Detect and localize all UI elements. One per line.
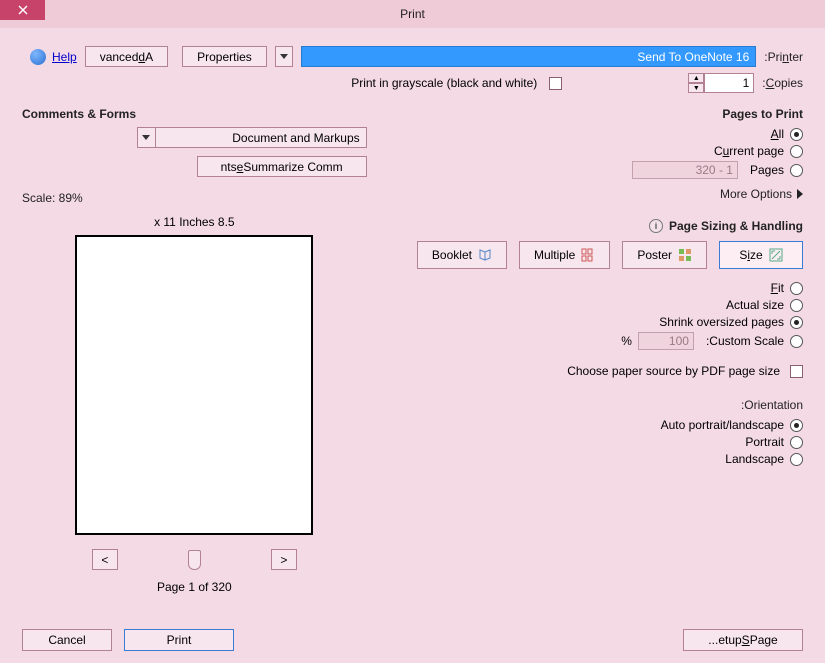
radio-actual-label: Actual size	[726, 298, 784, 312]
poster-icon	[678, 248, 692, 262]
radio-current-label: Current page	[714, 144, 784, 158]
radio-orient-auto[interactable]	[790, 419, 803, 432]
poster-button[interactable]: Poster	[622, 241, 707, 269]
percent-label: %	[621, 334, 632, 348]
preview-area	[75, 235, 313, 535]
preview-dimensions: 8.5 x 11 Inches	[22, 215, 367, 229]
printer-select-value: Send To OneNote 16	[637, 50, 749, 64]
grayscale-checkbox[interactable]	[549, 77, 562, 90]
close-icon	[18, 5, 28, 15]
radio-shrink-label: Shrink oversized pages	[659, 315, 784, 329]
radio-custom-scale[interactable]	[790, 335, 803, 348]
window-title: Print	[400, 7, 425, 21]
more-options-toggle[interactable]: More Options	[407, 187, 803, 201]
advanced-button[interactable]: Advanced	[85, 46, 168, 67]
close-button[interactable]	[0, 0, 45, 20]
choose-paper-label: Choose paper source by PDF page size	[567, 364, 780, 378]
comments-select[interactable]: Document and Markups	[137, 127, 367, 148]
orient-landscape-label: Landscape	[725, 452, 784, 466]
cancel-button[interactable]: Cancel	[22, 629, 112, 651]
copies-spinner[interactable]: ▲ ▼	[688, 73, 754, 93]
printer-select[interactable]: Send To OneNote 16	[301, 46, 756, 67]
choose-paper-checkbox[interactable]	[790, 365, 803, 378]
orient-auto-label: Auto portrait/landscape	[661, 418, 784, 432]
radio-orient-portrait[interactable]	[790, 436, 803, 449]
radio-current[interactable]	[790, 145, 803, 158]
radio-pages-label: Pages	[750, 163, 784, 177]
copies-up[interactable]: ▲	[688, 73, 704, 83]
size-icon	[769, 248, 783, 262]
radio-fit[interactable]	[790, 282, 803, 295]
booklet-icon	[478, 248, 492, 262]
printer-dropdown-button[interactable]	[275, 46, 293, 67]
sizing-heading: Page Sizing & Handling	[669, 219, 803, 233]
comments-heading: Comments & Forms	[22, 107, 367, 121]
radio-custom-label: Custom Scale:	[706, 334, 784, 348]
orient-portrait-label: Portrait	[745, 435, 784, 449]
scale-readout: Scale: 89%	[22, 191, 367, 205]
custom-scale-input[interactable]	[638, 332, 694, 350]
radio-pages[interactable]	[790, 164, 803, 177]
pages-range-input[interactable]	[632, 161, 738, 179]
radio-all-label: All	[771, 127, 784, 141]
pages-to-print-heading: Pages to Print	[407, 107, 803, 121]
help-label: Help	[52, 50, 77, 64]
triangle-right-icon	[797, 189, 803, 199]
more-options-label: More Options	[720, 187, 792, 201]
multiple-icon	[581, 248, 595, 262]
size-button[interactable]: Size	[719, 241, 803, 269]
comments-select-value: Document and Markups	[232, 131, 359, 145]
booklet-button[interactable]: Booklet	[417, 241, 507, 269]
help-link[interactable]: Help	[30, 49, 77, 65]
preview-prev-button[interactable]: <	[271, 549, 297, 570]
chevron-down-icon	[142, 135, 150, 140]
orientation-heading: Orientation:	[407, 398, 803, 412]
summarize-comments-button[interactable]: Summarize Comments	[197, 156, 367, 177]
radio-actual[interactable]	[790, 299, 803, 312]
page-setup-button[interactable]: Page Setup...	[683, 629, 803, 651]
preview-slider-thumb[interactable]	[188, 550, 201, 570]
radio-shrink[interactable]	[790, 316, 803, 329]
radio-orient-landscape[interactable]	[790, 453, 803, 466]
print-button[interactable]: Print	[124, 629, 234, 651]
radio-all[interactable]	[790, 128, 803, 141]
comments-dropdown-button[interactable]	[138, 128, 156, 147]
properties-button[interactable]: Properties	[182, 46, 267, 67]
chevron-down-icon	[280, 54, 288, 59]
info-icon[interactable]: i	[649, 219, 663, 233]
copies-input[interactable]	[704, 73, 754, 93]
multiple-button[interactable]: Multiple	[519, 241, 610, 269]
copies-label: Copies:	[762, 76, 803, 90]
help-icon	[30, 49, 46, 65]
printer-label: Printer:	[764, 50, 803, 64]
grayscale-label: Print in grayscale (black and white)	[351, 76, 537, 90]
preview-next-button[interactable]: >	[92, 549, 118, 570]
copies-down[interactable]: ▼	[688, 83, 704, 93]
page-indicator: Page 1 of 320	[22, 580, 367, 594]
